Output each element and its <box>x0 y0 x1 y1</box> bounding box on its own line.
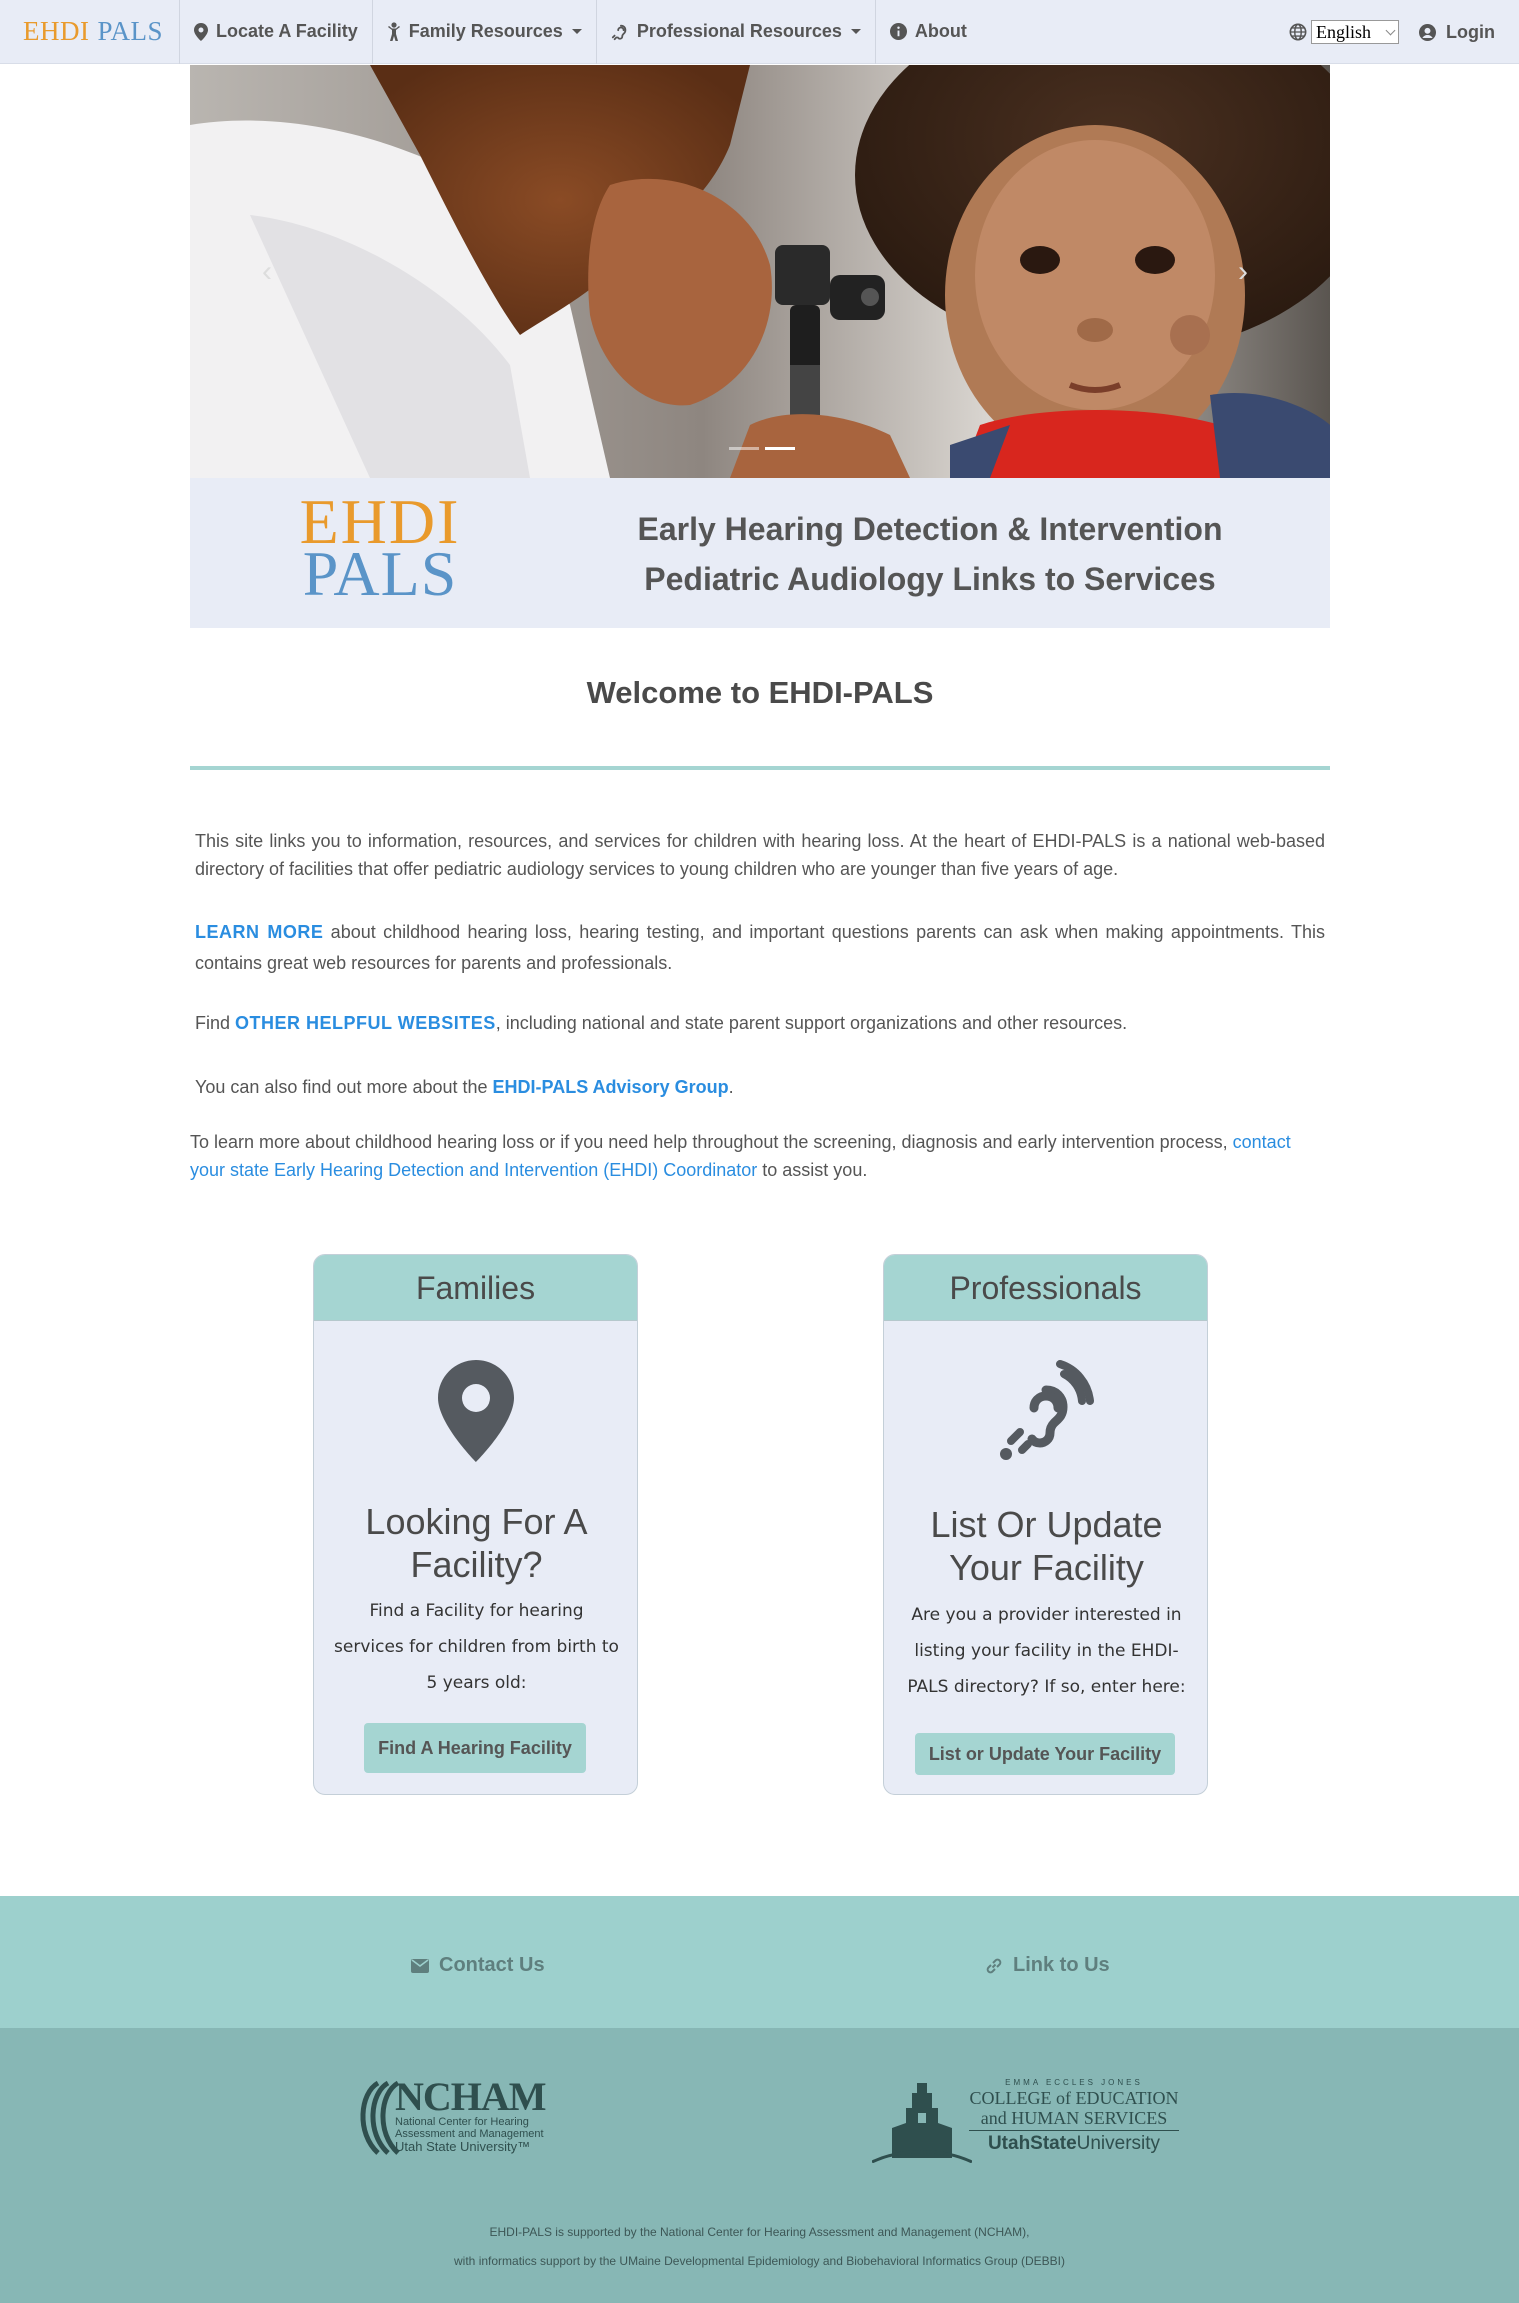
list-update-facility-button[interactable]: List or Update Your Facility <box>915 1733 1175 1775</box>
carousel-indicators <box>726 447 798 450</box>
learn-more-paragraph: LEARN MORE about childhood hearing loss,… <box>195 917 1325 979</box>
language-select[interactable]: English <box>1311 20 1400 44</box>
usu-part2: University <box>1076 2133 1161 2154</box>
title-banner: EHDI PALS Early Hearing Detection & Inte… <box>190 478 1330 628</box>
learn-more-link[interactable]: LEARN MORE <box>195 922 323 942</box>
child-icon <box>387 21 400 41</box>
language-selector: English <box>1289 20 1400 44</box>
contact-pre: To learn more about childhood hearing lo… <box>190 1132 1233 1152</box>
language-value: English <box>1316 21 1372 42</box>
find-hearing-facility-button[interactable]: Find A Hearing Facility <box>364 1723 586 1773</box>
banner-heading: Early Hearing Detection & Intervention P… <box>610 504 1250 604</box>
divider <box>190 766 1330 770</box>
support-text: EHDI-PALS is supported by the National C… <box>0 2218 1519 2276</box>
usu-part1: UtahState <box>987 2133 1077 2154</box>
carousel-next-icon[interactable]: › <box>1238 255 1248 289</box>
nav-family-resources[interactable]: Family Resources <box>373 0 597 64</box>
brand-part1: EHDI <box>23 16 90 46</box>
ncham-line3: Utah State University™ <box>395 2139 531 2154</box>
advisory-group-link[interactable]: EHDI-PALS Advisory Group <box>493 1077 729 1097</box>
ehdi-pals-logo: EHDI PALS <box>290 490 470 609</box>
contact-post: to assist you. <box>757 1160 868 1180</box>
contact-paragraph: To learn more about childhood hearing lo… <box>190 1128 1310 1184</box>
link-to-us-link[interactable]: Link to Us <box>985 1954 1110 1977</box>
professionals-card-text: Are you a provider interested in listing… <box>907 1605 1186 1697</box>
footer-sponsors: NCHAM National Center for Hearing Assess… <box>0 2028 1519 2303</box>
learn-more-text: about childhood hearing loss, hearing te… <box>195 922 1325 973</box>
brand-logo[interactable]: EHDI PALS <box>0 0 181 64</box>
carousel-indicator[interactable] <box>729 447 759 450</box>
carousel-prev-icon[interactable]: ‹ <box>262 255 272 289</box>
advisory-post: . <box>728 1077 734 1097</box>
nav-professional-label: Professional Resources <box>636 21 842 41</box>
brand-part2: PALS <box>97 16 164 46</box>
user-circle-icon <box>1419 23 1437 41</box>
college-line2: and HUMAN SERVICES <box>969 2108 1179 2131</box>
other-websites-link[interactable]: OTHER HELPFUL WEBSITES <box>235 1013 496 1033</box>
nav-family-label: Family Resources <box>408 21 563 41</box>
families-card-header: Families <box>314 1255 637 1321</box>
banner-line1: Early Hearing Detection & Intervention <box>637 511 1223 547</box>
professionals-card-header: Professionals <box>884 1255 1207 1321</box>
usu-wordmark: UtahStateUniversity <box>969 2131 1179 2157</box>
banner-line2: Pediatric Audiology Links to Services <box>644 561 1216 597</box>
old-main-tower-icon <box>871 2083 973 2164</box>
carousel-indicator-active[interactable] <box>765 447 795 450</box>
support-line1: EHDI-PALS is supported by the National C… <box>489 2225 1030 2239</box>
nav-professional-resources[interactable]: Professional Resources <box>597 0 876 64</box>
envelope-icon <box>411 1958 429 1973</box>
support-line2: with informatics support by the UMaine D… <box>454 2254 1065 2268</box>
nav-about-label: About <box>914 21 967 41</box>
footer-links: Contact Us Link to Us <box>0 1896 1519 2028</box>
chevron-down-icon <box>850 29 861 34</box>
college-line1: COLLEGE of EDUCATION <box>969 2088 1179 2108</box>
ncham-logo[interactable]: NCHAM National Center for Hearing Assess… <box>348 2077 558 2163</box>
nav-right: English Login <box>1289 0 1495 64</box>
page-title: Welcome to EHDI-PALS <box>586 675 934 710</box>
nav-locate-label: Locate A Facility <box>216 21 358 41</box>
college-top: EMMA ECCLES JONES <box>1005 2078 1143 2087</box>
contact-us-label: Contact Us <box>439 1954 545 1976</box>
contact-us-link[interactable]: Contact Us <box>411 1954 545 1977</box>
other-websites-paragraph: Find OTHER HELPFUL WEBSITES, including n… <box>195 1009 1325 1037</box>
ear-listen-icon <box>611 24 627 40</box>
ear-listen-icon <box>884 1360 1207 1464</box>
advisory-pre: You can also find out more about the <box>195 1077 493 1097</box>
logo-line2: PALS <box>302 538 458 609</box>
login-link[interactable]: Login <box>1419 22 1495 43</box>
chevron-down-icon <box>1385 25 1396 35</box>
link-to-us-label: Link to Us <box>1013 1954 1110 1976</box>
nav-about[interactable]: About <box>876 0 981 64</box>
professionals-card: Professionals List Or Update Your Facili… <box>883 1254 1208 1795</box>
hero-photo <box>190 65 1330 478</box>
map-marker-icon <box>314 1360 637 1462</box>
login-label: Login <box>1446 21 1495 42</box>
advisory-paragraph: You can also find out more about the EHD… <box>195 1073 1325 1101</box>
nav-locate-facility[interactable]: Locate A Facility <box>180 0 373 64</box>
families-card-text: Find a Facility for hearing services for… <box>334 1601 619 1693</box>
families-card: Families Looking For A Facility? Find a … <box>313 1254 638 1795</box>
professionals-card-title: List Or Update Your Facility <box>930 1504 1163 1588</box>
usu-college-logo[interactable]: EMMA ECCLES JONES COLLEGE of EDUCATION a… <box>871 2078 1179 2168</box>
info-icon <box>889 23 907 40</box>
globe-icon <box>1289 23 1307 41</box>
chevron-down-icon <box>571 29 582 34</box>
hero-carousel: ‹ › <box>190 65 1330 478</box>
map-pin-icon <box>194 22 209 41</box>
link-icon <box>986 1958 1002 1973</box>
ncham-name: NCHAM <box>395 2074 547 2119</box>
top-navbar: EHDI PALS Locate A Facility Family Resou… <box>0 0 1519 64</box>
families-card-title: Looking For A Facility? <box>365 1501 588 1585</box>
other-pre: Find <box>195 1013 236 1033</box>
other-post: , including national and state parent su… <box>495 1013 1128 1033</box>
intro-paragraph: This site links you to information, reso… <box>195 831 1325 879</box>
